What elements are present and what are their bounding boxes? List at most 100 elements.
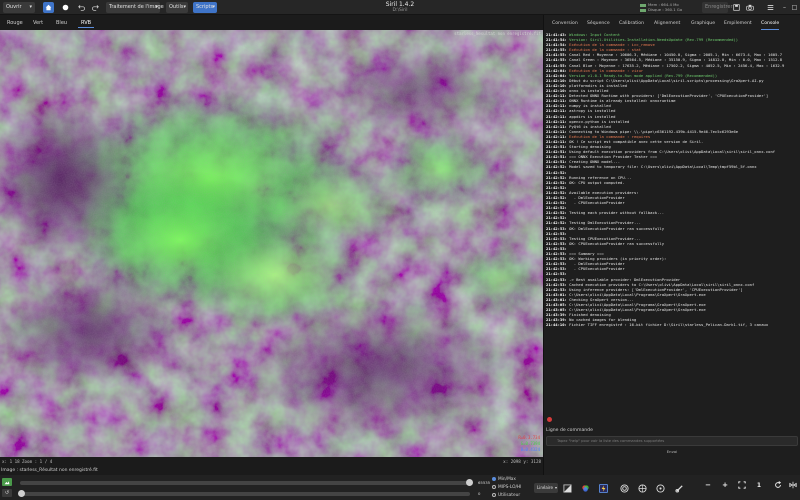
refresh-icon: ↺	[4, 490, 10, 496]
home-button[interactable]	[43, 2, 54, 13]
menu-button[interactable]	[765, 2, 776, 13]
maximize-icon: □	[791, 4, 798, 11]
scripts-menu[interactable]: Scripts ▾	[193, 2, 217, 13]
console-message: - CPUExecutionProvider	[566, 200, 625, 206]
stretch-select[interactable]: Linéaire ▾	[534, 483, 558, 493]
undo-button[interactable]	[76, 2, 87, 13]
radio-on-icon	[492, 476, 496, 481]
tab-rgb[interactable]: RVB	[78, 18, 95, 28]
console-message: OK: CPU output computed.	[566, 179, 625, 185]
mode-mips[interactable]: MIPS-LO/HI	[492, 484, 521, 491]
console-line: 21:44:10: Fichier TIFF enregistré : 16-b…	[546, 322, 800, 327]
zoom-out-button[interactable]: −	[703, 480, 713, 490]
window-title: Siril 1.4.2 D:\Siril	[365, 1, 435, 13]
memory-indicator: Mem : 664.4 Mo Disque : 360.1 Go	[640, 2, 682, 12]
fit-icon	[738, 481, 746, 489]
nebula-image	[0, 30, 543, 457]
minus-icon: −	[705, 481, 711, 489]
app-subtitle: D:\Siril	[392, 8, 408, 13]
tab-calibration[interactable]: Calibration	[619, 18, 644, 30]
chevron-down-icon: ▾	[29, 4, 32, 10]
right-panel: Conversion Séquence Calibration Aligneme…	[543, 15, 800, 489]
redo-icon	[92, 5, 99, 11]
image-name-label: Image : starless_Résultat non enregistré…	[1, 468, 98, 473]
right-tabs: Conversion Séquence Calibration Aligneme…	[544, 18, 800, 30]
save-as-button[interactable]	[731, 2, 742, 13]
pixel-green-value: G=0.7394	[520, 441, 540, 446]
chevron-down-icon: ▾	[212, 4, 215, 10]
redo-button[interactable]	[90, 2, 101, 13]
open-button[interactable]: Ouvrir ▾	[3, 2, 35, 13]
image-processing-menu[interactable]: Traitement de l'image ▾	[106, 2, 164, 13]
tab-conversion[interactable]: Conversion	[552, 18, 578, 30]
chevron-down-icon: ▾	[183, 4, 186, 10]
tab-red[interactable]: Rouge	[4, 18, 26, 28]
plus-icon: +	[722, 481, 728, 489]
image-size: x: 2098 y: 3128	[503, 459, 541, 464]
bottom-controls: 65535 ↺ 0 Min/Max MIPS-LO/HI Utilisateur…	[0, 475, 800, 500]
rgb-icon	[582, 485, 589, 492]
zoom-in-button[interactable]: +	[720, 480, 730, 490]
globe-icon	[638, 484, 647, 493]
min-slider-knob[interactable]	[18, 490, 25, 497]
tab-sequence[interactable]: Séquence	[587, 18, 610, 30]
console-log[interactable]: 21:41:43: Windows: Input Content 21:41:54…	[546, 32, 800, 428]
channel-tabs: Rouge Vert Bleu RVB	[0, 17, 540, 29]
mirror-icon	[789, 481, 797, 489]
maximize-button[interactable]: □	[789, 2, 800, 13]
tab-graph[interactable]: Graphique	[691, 18, 715, 30]
cut-button[interactable]	[674, 483, 685, 494]
zoom-fit-button[interactable]	[737, 480, 747, 490]
console-message: Model saved to temporary file: C:\Users\…	[566, 164, 757, 170]
mode-minmax[interactable]: Min/Max	[492, 476, 516, 483]
console-message: Fichier TIFF enregistré : 16-bit fichier…	[566, 322, 769, 328]
annotate-button[interactable]	[655, 483, 666, 494]
tab-stacking[interactable]: Empilement	[724, 18, 752, 30]
home-icon	[45, 4, 52, 11]
max-value-field[interactable]: 65535	[478, 479, 490, 486]
console-message: OK: DmlExecutionProvider ran successfull…	[566, 225, 665, 231]
save-icon	[733, 4, 740, 11]
tab-green[interactable]: Vert	[30, 18, 46, 28]
colormap-button[interactable]	[562, 483, 573, 494]
tab-alignment[interactable]: Alignement	[654, 18, 680, 30]
photometry-button[interactable]	[619, 483, 630, 494]
picture-icon	[4, 480, 10, 484]
save-button[interactable]: Enregistrer	[702, 2, 733, 13]
invert-icon	[563, 484, 572, 493]
pixel-red-value: R=0.3.734	[518, 435, 540, 440]
tools-menu[interactable]: Outils ▾	[166, 2, 188, 13]
snap-button[interactable]	[598, 483, 609, 494]
plate-solve-button[interactable]	[637, 483, 648, 494]
command-line-label: Ligne de commande	[546, 428, 593, 433]
max-slider-knob[interactable]	[466, 479, 473, 486]
rgb-align-button[interactable]	[580, 483, 591, 494]
camera-icon	[745, 4, 754, 11]
rotate-icon	[775, 481, 782, 488]
mode-user[interactable]: Utilisateur	[492, 492, 520, 499]
tab-console[interactable]: Console	[761, 18, 780, 30]
reset-icon[interactable]: ↺	[2, 489, 12, 497]
snapshot-button[interactable]	[744, 2, 755, 13]
mirror-button[interactable]	[788, 480, 798, 490]
undo-icon	[78, 5, 85, 11]
send-button[interactable]: Envoi	[662, 448, 682, 456]
rotate-button[interactable]	[773, 480, 783, 490]
lightning-icon	[599, 484, 608, 493]
stop-icon[interactable]	[547, 417, 552, 422]
image-filename-label: starless_Nesultat non enregistré.fit	[454, 31, 541, 36]
circle-icon	[62, 4, 69, 11]
radio-off-icon	[492, 484, 496, 489]
record-button[interactable]	[60, 2, 71, 13]
one-to-one-icon: 1	[756, 481, 762, 489]
image-viewport[interactable]: starless_Nesultat non enregistré.fit R=0…	[0, 30, 543, 457]
zoom-100-button[interactable]: 1	[754, 480, 764, 490]
min-slider[interactable]	[20, 492, 470, 496]
zoom-level: Zoom : 1 / 4	[22, 459, 53, 464]
min-value-field[interactable]: 0	[478, 490, 489, 497]
max-slider[interactable]	[20, 481, 470, 485]
chevron-down-icon: ▾	[155, 4, 158, 10]
pixel-blue-value: B=0.4324	[520, 447, 540, 452]
tab-blue[interactable]: Bleu	[53, 18, 70, 28]
command-input[interactable]: Tapez "help" pour voir la liste des comm…	[546, 436, 798, 446]
